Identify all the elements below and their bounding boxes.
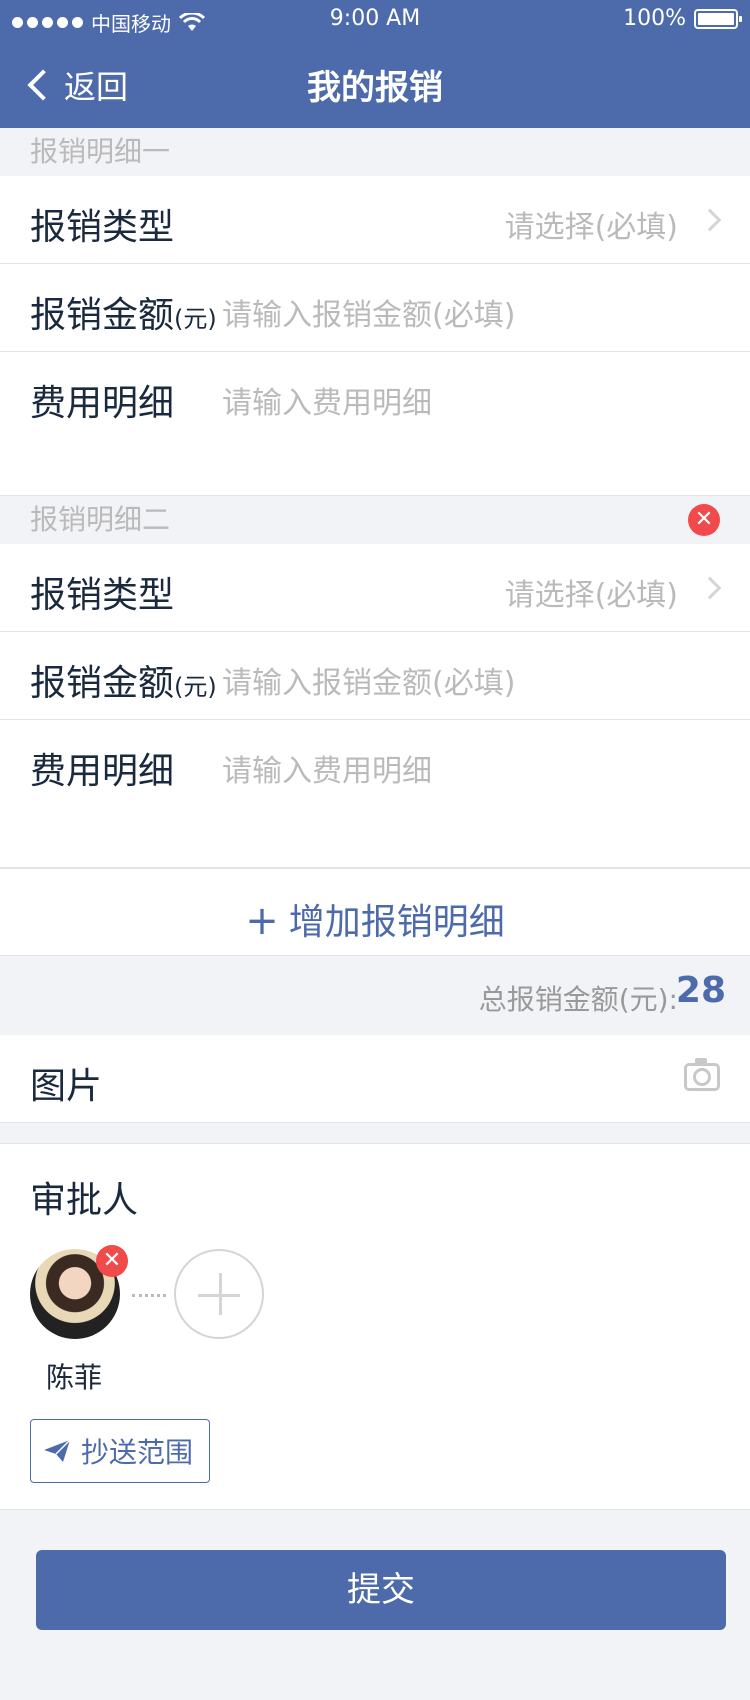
expense-amount-row-2: 报销金额(元) 请输入报销金额(必填)	[0, 632, 750, 720]
expense-desc-row-2: 费用明细 请输入费用明细	[0, 720, 750, 868]
expense-type-row-2[interactable]: 报销类型 请选择(必填)	[0, 544, 750, 632]
status-bar: 中国移动 9:00 AM 100%	[0, 0, 750, 40]
pictures-label: 图片	[30, 1066, 103, 1107]
chevron-right-icon	[698, 208, 722, 232]
add-approver-button[interactable]	[174, 1249, 264, 1339]
approver-section: 审批人 ✕ 陈菲 抄送范围	[0, 1143, 750, 1510]
expense-desc-label: 费用明细	[30, 751, 175, 792]
plus-icon: +	[245, 898, 279, 944]
total-amount-value: 28	[675, 970, 726, 1011]
detail-section-header-2: 报销明细二	[0, 496, 750, 544]
expense-desc-input[interactable]: 请输入费用明细	[222, 746, 432, 790]
add-detail-content: + 增加报销明细	[0, 893, 750, 945]
add-detail-button[interactable]: + 增加报销明细	[0, 868, 750, 956]
expense-desc-row-1: 费用明细 请输入费用明细	[0, 352, 750, 496]
cc-range-button[interactable]: 抄送范围	[30, 1419, 210, 1483]
battery-info: 100%	[623, 6, 742, 31]
expense-desc-label: 费用明细	[30, 383, 175, 424]
nav-bar: 返回 我的报销	[0, 40, 750, 128]
total-amount-label: 总报销金额(元):	[478, 983, 678, 1016]
amount-unit: (元)	[174, 673, 217, 701]
detail-section-header-1: 报销明细一	[0, 128, 750, 176]
total-amount-row: 总报销金额(元): 28	[0, 956, 750, 1035]
expense-amount-label: 报销金额(元)	[30, 663, 217, 704]
submit-button[interactable]: 提交	[36, 1550, 726, 1630]
expense-type-label: 报销类型	[30, 207, 175, 248]
paper-plane-icon	[44, 1439, 71, 1462]
expense-type-select[interactable]: 请选择(必填)	[505, 570, 678, 614]
pictures-row: 图片	[0, 1035, 750, 1123]
expense-desc-input[interactable]: 请输入费用明细	[222, 378, 432, 422]
expense-amount-input[interactable]: 请输入报销金额(必填)	[222, 658, 515, 702]
expense-type-row-1[interactable]: 报销类型 请选择(必填)	[0, 176, 750, 264]
remove-approver-button[interactable]: ✕	[96, 1245, 128, 1277]
expense-type-label: 报销类型	[30, 575, 175, 616]
cc-range-label: 抄送范围	[81, 1436, 194, 1469]
battery-percent: 100%	[623, 6, 686, 31]
remove-detail-button[interactable]: ✕	[688, 504, 720, 536]
expense-type-select[interactable]: 请选择(必填)	[505, 202, 678, 246]
approver-name: 陈菲	[46, 1361, 103, 1394]
page-title: 我的报销	[307, 68, 443, 108]
chevron-right-icon	[698, 576, 722, 600]
add-detail-label: 增加报销明细	[288, 902, 505, 943]
battery-icon	[694, 8, 742, 29]
connector-dots	[132, 1294, 166, 1297]
expense-amount-label: 报销金额(元)	[30, 295, 217, 336]
expense-amount-row-1: 报销金额(元) 请输入报销金额(必填)	[0, 264, 750, 352]
expense-amount-input[interactable]: 请输入报销金额(必填)	[222, 290, 515, 334]
amount-unit: (元)	[174, 305, 217, 333]
camera-icon[interactable]	[684, 1058, 720, 1091]
approver-title: 审批人	[30, 1180, 139, 1221]
